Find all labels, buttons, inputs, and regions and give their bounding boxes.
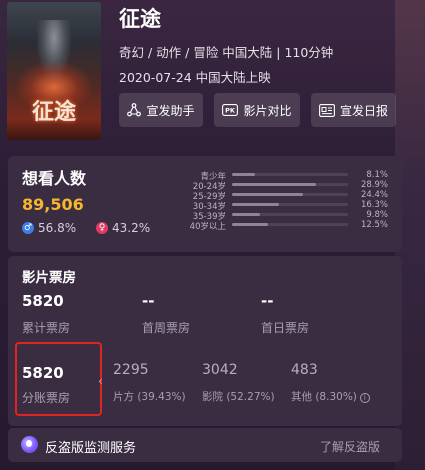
female-pct: 43.2%: [112, 221, 151, 235]
info-icon[interactable]: i: [359, 393, 370, 403]
age-bar-fill: [232, 223, 269, 226]
chevron-left-icon[interactable]: ‹: [98, 374, 103, 388]
share-nodes-icon: [127, 103, 142, 117]
movie-compare-button[interactable]: PK 影片对比: [214, 93, 300, 127]
first-week-box-office-value: --: [142, 292, 155, 310]
age-bar-fill: [232, 173, 256, 176]
female-icon: ♀: [96, 222, 108, 234]
movie-genre: 奇幻 / 动作 / 冒险 中国大陆 | 110分钟: [119, 45, 334, 60]
first-day-box-office-value: --: [261, 292, 274, 310]
age-bar-track: [232, 213, 348, 216]
age-pct: 24.4%: [360, 190, 388, 200]
movie-compare-label: 影片对比: [243, 103, 292, 118]
poster-title: 征途: [31, 99, 76, 125]
age-pct: 16.3%: [360, 200, 388, 210]
total-box-office-label: 累计票房: [22, 321, 71, 335]
age-bar-track: [232, 193, 348, 196]
anti-piracy-icon: [21, 436, 38, 453]
anti-piracy-card[interactable]: 反盗版监测服务 了解反盗版: [8, 428, 402, 462]
producer-share-label: 片方 (39.43%): [113, 391, 186, 403]
first-week-box-office-label: 首周票房: [142, 321, 191, 335]
newspaper-icon: [319, 103, 335, 117]
age-bar-fill: [232, 203, 280, 206]
svg-text:PK: PK: [226, 107, 237, 115]
male-ratio: ♂ 56.8%: [22, 221, 76, 235]
promo-assistant-button[interactable]: 宣发助手: [119, 93, 203, 127]
movie-release-date: 2020-07-24 中国大陆上映: [119, 70, 271, 85]
other-share-text: 其他 (8.30%): [291, 391, 357, 403]
male-icon: ♂: [22, 222, 34, 234]
promo-daily-label: 宣发日报: [339, 103, 388, 118]
movie-header: 征途 征途 奇幻 / 动作 / 冒险 中国大陆 | 110分钟 2020-07-…: [0, 0, 425, 150]
age-bar-fill: [232, 183, 316, 186]
female-ratio: ♀ 43.2%: [96, 221, 150, 235]
age-row: 青少年 8.1%: [178, 170, 388, 182]
age-bar-track: [232, 203, 348, 206]
producer-share-value: 2295: [113, 362, 149, 378]
age-bar-track: [232, 223, 348, 226]
cinema-share-label: 影院 (52.27%): [202, 391, 275, 403]
anti-piracy-title: 反盗版监测服务: [45, 441, 137, 456]
age-row: 40岁以上 12.5%: [178, 220, 388, 232]
age-pct: 9.8%: [366, 210, 388, 220]
box-office-title: 影片票房: [22, 270, 76, 286]
want-to-see-count: 89,506: [22, 195, 84, 214]
age-row: 35-39岁 9.8%: [178, 210, 388, 222]
age-pct: 28.9%: [360, 180, 388, 190]
movie-poster[interactable]: 征途: [7, 2, 101, 140]
age-pct: 8.1%: [366, 170, 388, 180]
split-box-office-label: 分账票房: [22, 391, 71, 405]
cinema-share-value: 3042: [202, 362, 238, 378]
total-box-office-value: 5820: [22, 292, 64, 310]
age-bar-track: [232, 173, 348, 176]
split-box-office-value: 5820: [22, 364, 64, 382]
age-bar-fill: [232, 213, 261, 216]
age-bar-track: [232, 183, 348, 186]
want-to-see-title: 想看人数: [22, 169, 87, 188]
promo-daily-button[interactable]: 宣发日报: [311, 93, 396, 127]
age-row: 20-24岁 28.9%: [178, 180, 388, 192]
age-distribution: 青少年 8.1% 20-24岁 28.9% 25-29岁 24.4% 30-34…: [178, 170, 388, 232]
anti-piracy-link[interactable]: 了解反盗版: [320, 438, 380, 455]
box-office-card: 影片票房 5820 累计票房 -- 首周票房 -- 首日票房 5820 分账票房…: [8, 256, 402, 426]
other-share-label: 其他 (8.30%) i: [291, 389, 370, 404]
promo-assistant-label: 宣发助手: [146, 103, 195, 118]
pk-icon: PK: [222, 104, 239, 116]
movie-title: 征途: [119, 7, 161, 31]
male-pct: 56.8%: [38, 221, 77, 235]
other-share-value: 483: [291, 362, 318, 378]
age-label: 40岁以上: [189, 222, 226, 232]
age-bar-fill: [232, 193, 303, 196]
first-day-box-office-label: 首日票房: [261, 321, 310, 335]
age-row: 25-29岁 24.4%: [178, 190, 388, 202]
age-row: 30-34岁 16.3%: [178, 200, 388, 212]
want-to-see-card: 想看人数 89,506 ♂ 56.8% ♀ 43.2% 青少年 8.1% 20-…: [8, 156, 402, 252]
age-pct: 12.5%: [360, 220, 388, 230]
